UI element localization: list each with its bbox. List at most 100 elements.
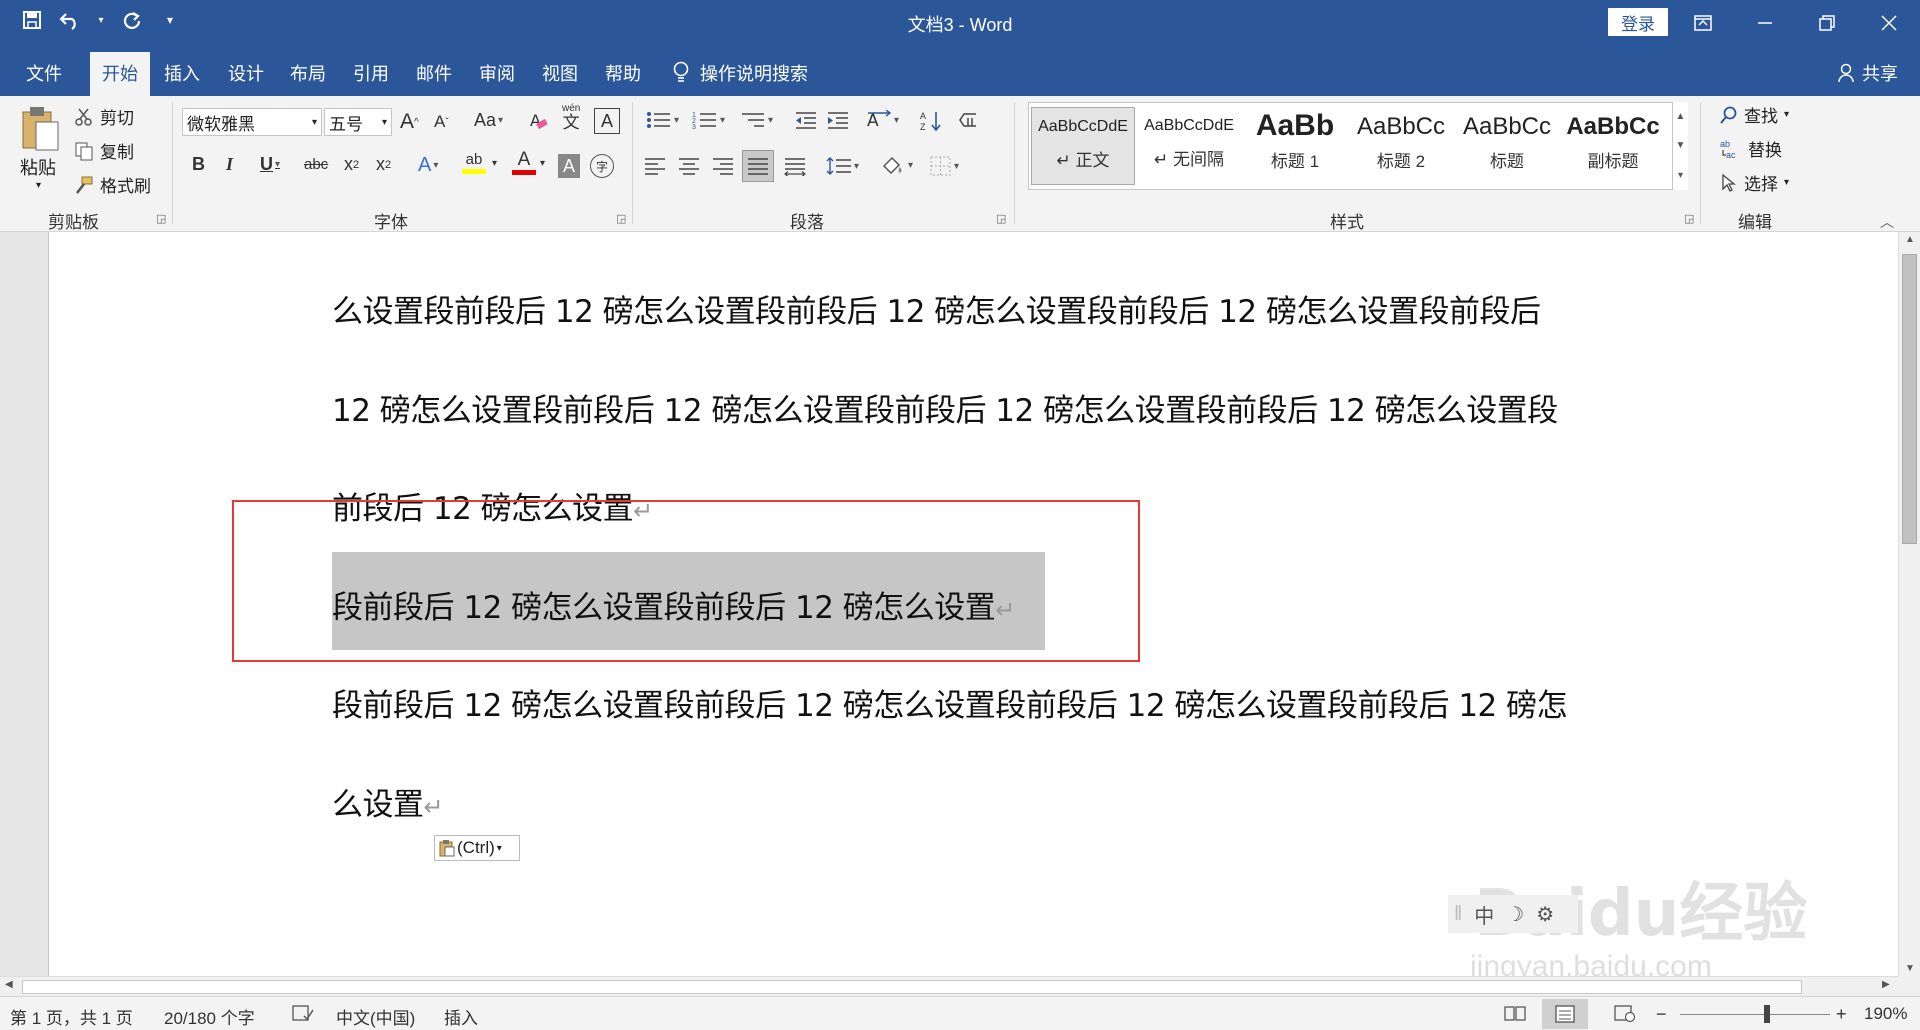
scroll-up-icon[interactable]: ▲ bbox=[1899, 234, 1920, 245]
gear-icon[interactable]: ⚙ bbox=[1536, 902, 1554, 927]
zoom-slider-track[interactable] bbox=[1680, 1014, 1830, 1015]
paste-icon[interactable] bbox=[20, 104, 60, 152]
format-painter-button[interactable]: 格式刷 bbox=[74, 172, 151, 197]
highlight-dropdown-icon[interactable]: ▾ bbox=[492, 158, 497, 169]
vertical-scrollbar[interactable]: ▲ ▼ bbox=[1898, 232, 1920, 976]
style-subtitle[interactable]: AaBbCc 副标题 bbox=[1561, 107, 1665, 185]
paragraph-line[interactable]: 么设置↵ bbox=[332, 779, 444, 824]
horizontal-scrollbar[interactable]: ◀ ▶ bbox=[0, 976, 1898, 996]
paragraph-line[interactable]: 段前段后 12 磅怎么设置段前段后 12 磅怎么设置段前段后 12 磅怎么设置段… bbox=[332, 680, 1568, 725]
justify-icon[interactable] bbox=[742, 150, 774, 182]
bold-button[interactable]: B bbox=[192, 154, 205, 175]
increase-indent-icon[interactable] bbox=[826, 110, 850, 130]
styles-launcher-icon[interactable]: ◲ bbox=[1684, 212, 1694, 225]
style-no-spacing[interactable]: AaBbCcDdE ↵ 无间隔 bbox=[1137, 107, 1241, 185]
shading-icon[interactable]: ▾ bbox=[880, 154, 913, 176]
paste-button[interactable]: 粘贴 bbox=[20, 154, 56, 180]
bullets-icon[interactable]: ▾ bbox=[646, 110, 679, 130]
highlight-button[interactable]: ab bbox=[462, 152, 486, 174]
tab-mailings[interactable]: 邮件 bbox=[416, 60, 452, 86]
read-mode-icon[interactable] bbox=[1504, 1004, 1526, 1027]
paste-dropdown-icon[interactable]: ▾ bbox=[36, 180, 41, 191]
clear-formatting-icon[interactable]: A bbox=[528, 110, 550, 132]
ime-toolbar[interactable]: ‖ 中 ☽ ⚙ bbox=[1448, 895, 1578, 933]
font-launcher-icon[interactable]: ◲ bbox=[616, 212, 626, 225]
font-name-select[interactable]: 微软雅黑 ▾ bbox=[182, 108, 322, 136]
language-indicator[interactable]: 中文(中国) bbox=[336, 1004, 415, 1029]
grow-font-button[interactable]: A ^ bbox=[400, 110, 419, 134]
login-button[interactable]: 登录 bbox=[1608, 8, 1668, 36]
styles-gallery-scroll[interactable]: ▲ ▼ ▾ bbox=[1672, 102, 1688, 190]
tell-me-search[interactable]: 操作说明搜索 bbox=[672, 60, 808, 86]
character-border-button[interactable]: A bbox=[594, 108, 620, 134]
character-shading-button[interactable]: A bbox=[558, 154, 580, 178]
close-icon[interactable] bbox=[1858, 0, 1920, 46]
font-size-select[interactable]: 五号 ▾ bbox=[324, 108, 392, 136]
font-color-button[interactable]: A bbox=[512, 150, 536, 175]
print-layout-icon[interactable] bbox=[1542, 999, 1588, 1029]
shrink-font-button[interactable]: Aˇ bbox=[434, 112, 449, 132]
numbering-icon[interactable]: 1 2 3 ▾ bbox=[692, 110, 725, 130]
word-count[interactable]: 20/180 个字 bbox=[164, 1004, 255, 1029]
zoom-in-button[interactable]: + bbox=[1836, 1004, 1847, 1025]
clipboard-launcher-icon[interactable]: ◲ bbox=[156, 212, 166, 225]
borders-icon[interactable]: ▾ bbox=[930, 156, 959, 176]
font-color-dropdown-icon[interactable]: ▾ bbox=[540, 158, 545, 169]
distributed-icon[interactable] bbox=[784, 156, 806, 176]
underline-button[interactable]: U ▾ bbox=[260, 154, 280, 175]
tab-home[interactable]: 开始 bbox=[90, 52, 150, 96]
chinese-layout-icon[interactable]: A ▾ bbox=[866, 110, 899, 130]
style-normal[interactable]: AaBbCcDdE ↵ 正文 bbox=[1031, 107, 1135, 185]
subscript-button[interactable]: x2 bbox=[344, 154, 359, 175]
phonetic-guide-button[interactable]: wén 文 bbox=[562, 104, 580, 132]
insert-mode-indicator[interactable]: 插入 bbox=[444, 1004, 478, 1029]
tab-references[interactable]: 引用 bbox=[353, 60, 389, 86]
change-case-button[interactable]: Aa ▾ bbox=[474, 110, 503, 131]
zoom-level[interactable]: 190% bbox=[1864, 1004, 1907, 1024]
scroll-left-icon[interactable]: ◀ bbox=[5, 979, 13, 990]
sort-icon[interactable]: AZ bbox=[920, 110, 944, 132]
minimize-icon[interactable] bbox=[1734, 0, 1796, 46]
replace-button[interactable]: ab ac 替换 bbox=[1720, 136, 1782, 161]
zoom-out-button[interactable]: − bbox=[1656, 1004, 1667, 1025]
text-effects-button[interactable]: A ▾ bbox=[418, 154, 438, 177]
restore-icon[interactable] bbox=[1796, 0, 1858, 46]
tab-view[interactable]: 视图 bbox=[542, 60, 578, 86]
moon-icon[interactable]: ☽ bbox=[1506, 902, 1524, 927]
align-right-icon[interactable] bbox=[712, 156, 734, 176]
style-heading-2[interactable]: AaBbCc 标题 2 bbox=[1349, 107, 1453, 185]
proofing-icon[interactable] bbox=[292, 1004, 314, 1027]
gallery-more-icon[interactable]: ▾ bbox=[1678, 170, 1683, 181]
ribbon-display-options-icon[interactable] bbox=[1672, 0, 1734, 46]
multilevel-list-icon[interactable]: ▾ bbox=[740, 110, 773, 130]
select-button[interactable]: 选择 ▾ bbox=[1720, 170, 1789, 195]
gallery-up-icon[interactable]: ▲ bbox=[1676, 111, 1686, 122]
gallery-down-icon[interactable]: ▼ bbox=[1676, 140, 1686, 151]
ime-mode-label[interactable]: 中 bbox=[1474, 900, 1494, 929]
share-button[interactable]: 共享 bbox=[1838, 60, 1898, 86]
scroll-down-icon[interactable]: ▼ bbox=[1899, 963, 1920, 974]
decrease-indent-icon[interactable] bbox=[794, 110, 818, 130]
find-button[interactable]: 查找 ▾ bbox=[1720, 102, 1789, 127]
superscript-button[interactable]: x2 bbox=[376, 154, 391, 175]
line-spacing-icon[interactable]: ▾ bbox=[826, 156, 859, 176]
web-layout-icon[interactable] bbox=[1614, 1004, 1636, 1027]
horizontal-scroll-thumb[interactable] bbox=[22, 980, 1802, 994]
collapse-ribbon-icon[interactable]: ︿ bbox=[1880, 212, 1894, 232]
paste-options-button[interactable]: (Ctrl) ▾ bbox=[434, 835, 520, 861]
tab-review[interactable]: 审阅 bbox=[479, 60, 515, 86]
show-paragraph-marks-icon[interactable] bbox=[958, 110, 980, 130]
strikethrough-button[interactable]: abc bbox=[304, 156, 328, 173]
paragraph-launcher-icon[interactable]: ◲ bbox=[996, 212, 1006, 225]
enclose-characters-button[interactable]: 字 bbox=[590, 154, 614, 178]
tab-design[interactable]: 设计 bbox=[228, 60, 264, 86]
tab-layout[interactable]: 布局 bbox=[290, 60, 326, 86]
tab-file[interactable]: 文件 bbox=[26, 60, 62, 86]
align-left-icon[interactable] bbox=[644, 156, 666, 176]
style-heading-1[interactable]: AaBb 标题 1 bbox=[1243, 107, 1347, 185]
paragraph-line[interactable]: 么设置段前段后 12 磅怎么设置段前段后 12 磅怎么设置段前段后 12 磅怎么… bbox=[332, 286, 1541, 331]
tab-help[interactable]: 帮助 bbox=[605, 60, 641, 86]
paragraph-line[interactable]: 12 磅怎么设置段前段后 12 磅怎么设置段前段后 12 磅怎么设置段前段后 1… bbox=[332, 385, 1558, 430]
page-count[interactable]: 第 1 页，共 1 页 bbox=[10, 1004, 133, 1029]
tab-insert[interactable]: 插入 bbox=[164, 60, 200, 86]
